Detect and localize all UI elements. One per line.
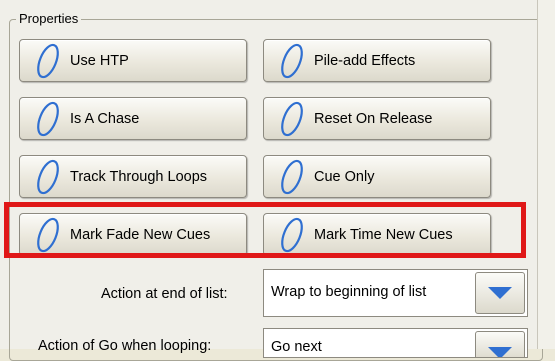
toggle-ellipse-icon xyxy=(37,101,59,136)
use-htp-button[interactable]: Use HTP xyxy=(19,39,247,82)
go-when-looping-dropdown-button[interactable] xyxy=(475,331,525,357)
go-when-looping-value: Go next xyxy=(271,339,322,355)
track-through-loops-button[interactable]: Track Through Loops xyxy=(19,155,247,198)
end-of-list-label: Action at end of list: xyxy=(101,286,228,302)
button-label: Use HTP xyxy=(70,52,129,69)
highlight-box xyxy=(4,202,526,258)
group-title: Properties xyxy=(16,11,82,26)
scrollbar[interactable] xyxy=(537,0,555,349)
reset-on-release-button[interactable]: Reset On Release xyxy=(263,97,491,140)
go-when-looping-label: Action of Go when looping: xyxy=(38,338,212,354)
toggle-ellipse-icon xyxy=(37,159,59,194)
end-of-list-value: Wrap to beginning of list xyxy=(271,284,427,300)
toggle-ellipse-icon xyxy=(281,43,303,78)
end-of-list-dropdown-button[interactable] xyxy=(475,272,525,314)
is-a-chase-button[interactable]: Is A Chase xyxy=(19,97,247,140)
toggle-ellipse-icon xyxy=(37,43,59,78)
pile-add-effects-button[interactable]: Pile-add Effects xyxy=(263,39,491,82)
go-when-looping-select[interactable]: Go next xyxy=(263,328,528,358)
properties-panel: Properties Use HTP Pile-add Effects Is A… xyxy=(0,0,543,361)
button-label: Cue Only xyxy=(314,168,375,185)
toggle-ellipse-icon xyxy=(281,101,303,136)
toggle-ellipse-icon xyxy=(281,159,303,194)
button-label: Is A Chase xyxy=(70,110,140,127)
chevron-down-icon xyxy=(488,347,512,357)
chevron-down-icon xyxy=(488,287,512,299)
button-label: Track Through Loops xyxy=(70,168,208,185)
end-of-list-select[interactable]: Wrap to beginning of list xyxy=(263,269,528,317)
cue-only-button[interactable]: Cue Only xyxy=(263,155,491,198)
button-label: Pile-add Effects xyxy=(314,52,416,69)
button-label: Reset On Release xyxy=(314,110,433,127)
